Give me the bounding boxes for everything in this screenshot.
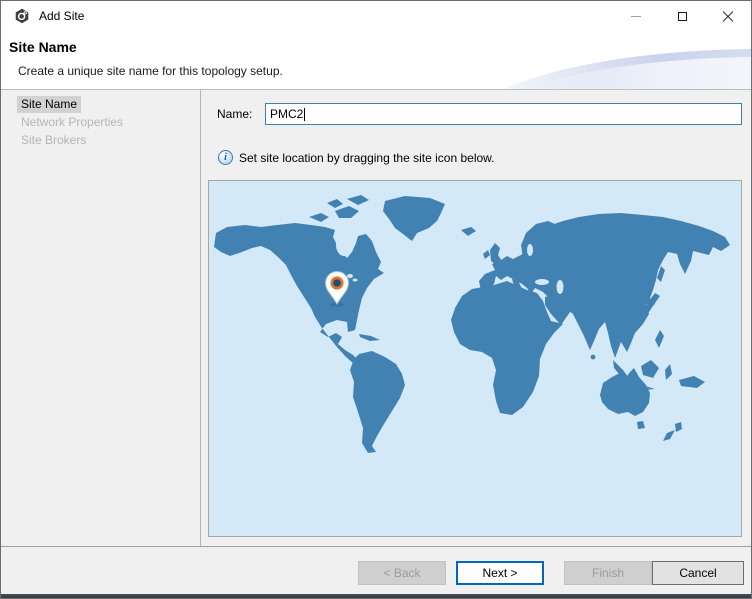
add-site-dialog: Add Site Site Name Create a unique site …: [0, 0, 752, 599]
next-button[interactable]: Next >: [456, 561, 544, 585]
back-button: < Back: [358, 561, 446, 585]
taskbar-edge: [1, 594, 751, 599]
wizard-body: Site Name Network Properties Site Broker…: [1, 90, 751, 546]
minimize-button[interactable]: [613, 1, 659, 31]
page-subtitle: Create a unique site name for this topol…: [18, 64, 283, 78]
info-icon: i: [218, 150, 233, 165]
text-caret: [304, 108, 305, 121]
banner-graphic: [511, 31, 751, 89]
maximize-icon: [678, 12, 687, 21]
cancel-button[interactable]: Cancel: [652, 561, 744, 585]
sidebar-item-site-brokers: Site Brokers: [17, 132, 90, 149]
name-label: Name:: [217, 107, 252, 121]
page-title: Site Name: [9, 39, 77, 55]
app-icon: [14, 8, 30, 24]
sidebar-item-site-name[interactable]: Site Name: [17, 96, 81, 113]
world-map[interactable]: [208, 180, 742, 537]
sidebar-item-network-properties: Network Properties: [17, 114, 127, 131]
site-name-input[interactable]: PMC2: [265, 103, 742, 125]
wizard-steps-sidebar: Site Name Network Properties Site Broker…: [1, 90, 201, 546]
site-name-value: PMC2: [270, 107, 303, 121]
main-panel: Name: PMC2 i Set site location by draggi…: [202, 90, 751, 546]
info-text: Set site location by dragging the site i…: [239, 151, 495, 165]
minimize-icon: [631, 16, 641, 17]
maximize-button[interactable]: [659, 1, 705, 31]
finish-button: Finish: [564, 561, 652, 585]
button-bar: < Back Next > Finish Cancel: [1, 547, 751, 594]
wizard-header: Site Name Create a unique site name for …: [1, 31, 751, 89]
window-title: Add Site: [39, 1, 84, 31]
close-icon: [722, 10, 734, 22]
info-row: i Set site location by dragging the site…: [218, 150, 495, 165]
close-button[interactable]: [705, 1, 751, 31]
titlebar: Add Site: [1, 1, 751, 31]
